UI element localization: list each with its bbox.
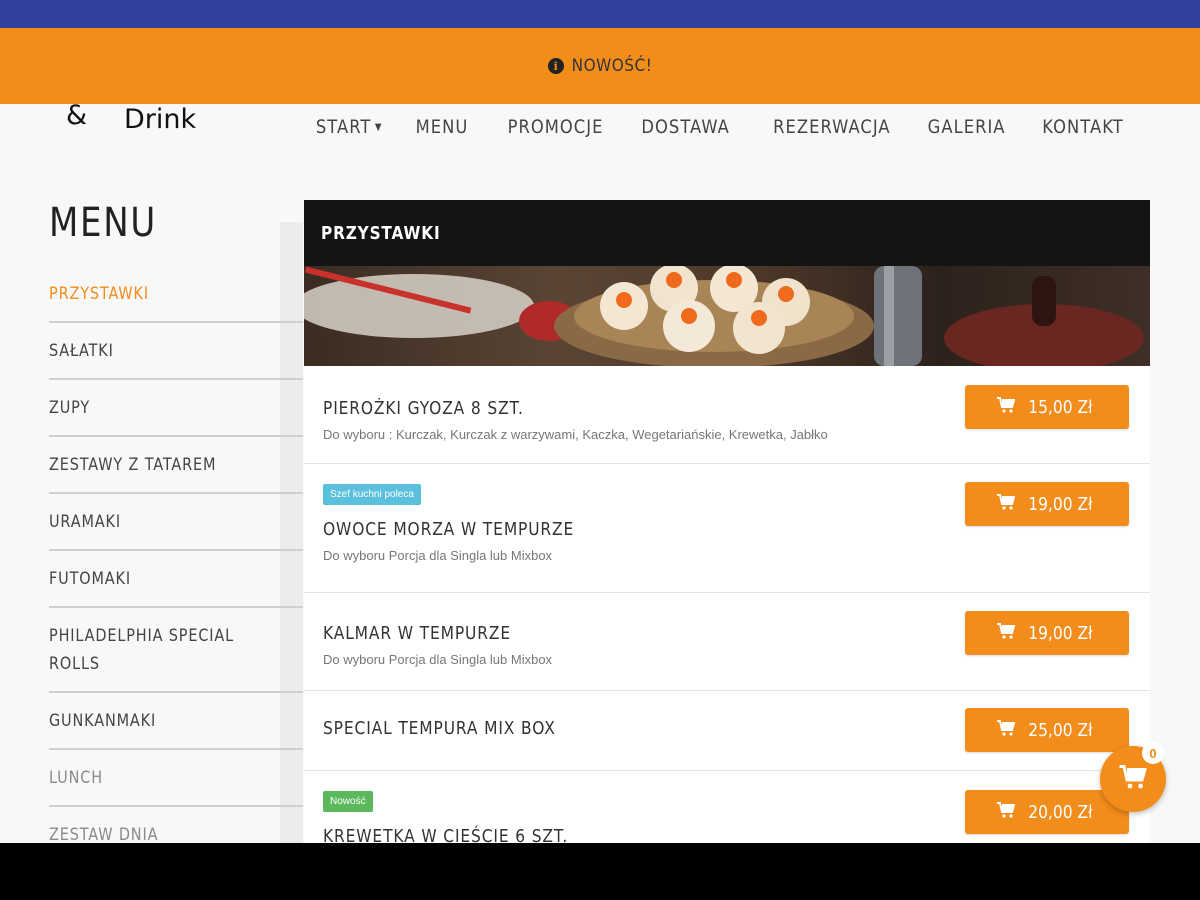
nav-galeria[interactable]: GALERIA — [927, 116, 1005, 138]
cart-icon — [1119, 764, 1147, 794]
cart-count-badge: 0 — [1142, 742, 1164, 764]
top-bar — [0, 0, 1200, 28]
floating-cart-button[interactable]: 0 — [1100, 742, 1166, 812]
sidebar-item-label: PHILADELPHIA SPECIAL ROLLS — [49, 626, 235, 674]
menu-item: SPECIAL TEMPURA MIX BOX 25,00 Zł — [304, 691, 1150, 771]
menu-item: KALMAR W TEMPURZE Do wyboru Porcja dla S… — [304, 593, 1150, 691]
section-banner-image — [304, 266, 1150, 366]
main-nav: START ▼ MENU PROMOCJE DOSTAWA REZERWACJA … — [305, 116, 1124, 138]
sidebar-item-label: PRZYSTAWKI — [49, 284, 149, 304]
nav-start[interactable]: START ▼ — [316, 116, 383, 138]
sidebar-item-label: ZESTAWY Z TATAREM — [49, 455, 217, 475]
sidebar-item-zestawy-z-tatarem[interactable]: ZESTAWY Z TATAREM — [49, 437, 303, 494]
menu-item-desc: Do wyboru Porcja dla Singla lub Mixbox — [323, 548, 553, 563]
menu-item-name: SPECIAL TEMPURA MIX BOX — [323, 718, 556, 739]
price-label: 25,00 Zł — [1027, 719, 1093, 741]
sidebar-item-uramaki[interactable]: URAMAKI — [49, 494, 303, 551]
sidebar-item-label: GUNKANMAKI — [49, 711, 157, 731]
nav-promocje[interactable]: PROMOCJE — [507, 116, 603, 138]
sidebar-item-label: URAMAKI — [49, 512, 121, 532]
cart-icon — [996, 801, 1015, 823]
cart-icon — [996, 493, 1015, 515]
price-label: 19,00 Zł — [1027, 622, 1093, 644]
add-to-cart-button[interactable]: 19,00 Zł — [965, 611, 1129, 655]
cart-icon — [996, 719, 1015, 741]
nav-kontakt[interactable]: KONTAKT — [1043, 116, 1124, 138]
price-label: 20,00 Zł — [1027, 801, 1093, 823]
sidebar-item-label: ZUPY — [49, 398, 91, 418]
sidebar-title: MENU — [49, 200, 157, 246]
info-icon: i — [547, 58, 564, 74]
sidebar-item-philadelphia[interactable]: PHILADELPHIA SPECIAL ROLLS — [49, 608, 303, 693]
add-to-cart-button[interactable]: 19,00 Zł — [965, 482, 1129, 526]
menu-item-name: PIEROŻKI GYOZA 8 SZT. — [323, 398, 524, 419]
menu-sidebar: MENU PRZYSTAWKI SAŁATKI ZUPY ZESTAWY Z T… — [49, 200, 303, 862]
logo-word: Drink — [124, 104, 197, 135]
dumplings-photo — [304, 266, 1144, 366]
price-label: 15,00 Zł — [1027, 396, 1093, 418]
sidebar-item-lunch[interactable]: LUNCH — [49, 750, 303, 807]
chef-recommends-badge: Szef kuchni poleca — [323, 484, 421, 505]
section-header: PRZYSTAWKI — [304, 200, 1150, 266]
menu-item-desc: Do wyboru : Kurczak, Kurczak z warzywami… — [323, 427, 828, 442]
menu-item-name: KALMAR W TEMPURZE — [323, 623, 511, 644]
announcement-bar[interactable]: i NOWOŚĆ! — [0, 28, 1200, 104]
menu-item: Szef kuchni poleca OWOCE MORZA W TEMPURZ… — [304, 464, 1150, 593]
cart-icon — [996, 396, 1015, 418]
sidebar-item-przystawki[interactable]: PRZYSTAWKI — [49, 266, 303, 323]
add-to-cart-button[interactable]: 25,00 Zł — [965, 708, 1129, 752]
site-header: & Drink START ▼ MENU PROMOCJE DOSTAWA REZ… — [0, 100, 1200, 174]
nav-menu[interactable]: MENU — [415, 116, 468, 138]
bottom-bar — [0, 843, 1200, 900]
announcement-text: NOWOŚĆ! — [571, 56, 653, 76]
new-badge: Nowość — [323, 791, 373, 812]
sidebar-item-label: LUNCH — [49, 768, 103, 788]
add-to-cart-button[interactable]: 15,00 Zł — [965, 385, 1129, 429]
sidebar-item-gunkanmaki[interactable]: GUNKANMAKI — [49, 693, 303, 750]
section-title: PRZYSTAWKI — [321, 222, 441, 244]
sidebar-item-zupy[interactable]: ZUPY — [49, 380, 303, 437]
sidebar-item-label: FUTOMAKI — [49, 569, 131, 589]
menu-item: Nowość KREWETKA W CIEŚCIE 6 SZT. 20,00 Z… — [304, 771, 1150, 851]
menu-section-panel: PRZYSTAWKI PIEROŻKI GYOZA 8 SZT. Do wybo… — [304, 200, 1150, 850]
nav-dostawa[interactable]: DOSTAWA — [642, 116, 730, 138]
menu-item: PIEROŻKI GYOZA 8 SZT. Do wyboru : Kurcza… — [304, 366, 1150, 464]
nav-start-label: START — [315, 116, 372, 138]
nav-rezerwacja[interactable]: REZERWACJA — [773, 116, 890, 138]
sidebar-item-salatki[interactable]: SAŁATKI — [49, 323, 303, 380]
logo-amp: & — [66, 100, 88, 131]
sidebar-item-label: SAŁATKI — [49, 341, 114, 361]
price-label: 19,00 Zł — [1027, 493, 1093, 515]
menu-item-name: OWOCE MORZA W TEMPURZE — [323, 519, 575, 540]
cart-icon — [996, 622, 1015, 644]
caret-down-icon: ▼ — [374, 122, 383, 133]
sidebar-item-futomaki[interactable]: FUTOMAKI — [49, 551, 303, 608]
